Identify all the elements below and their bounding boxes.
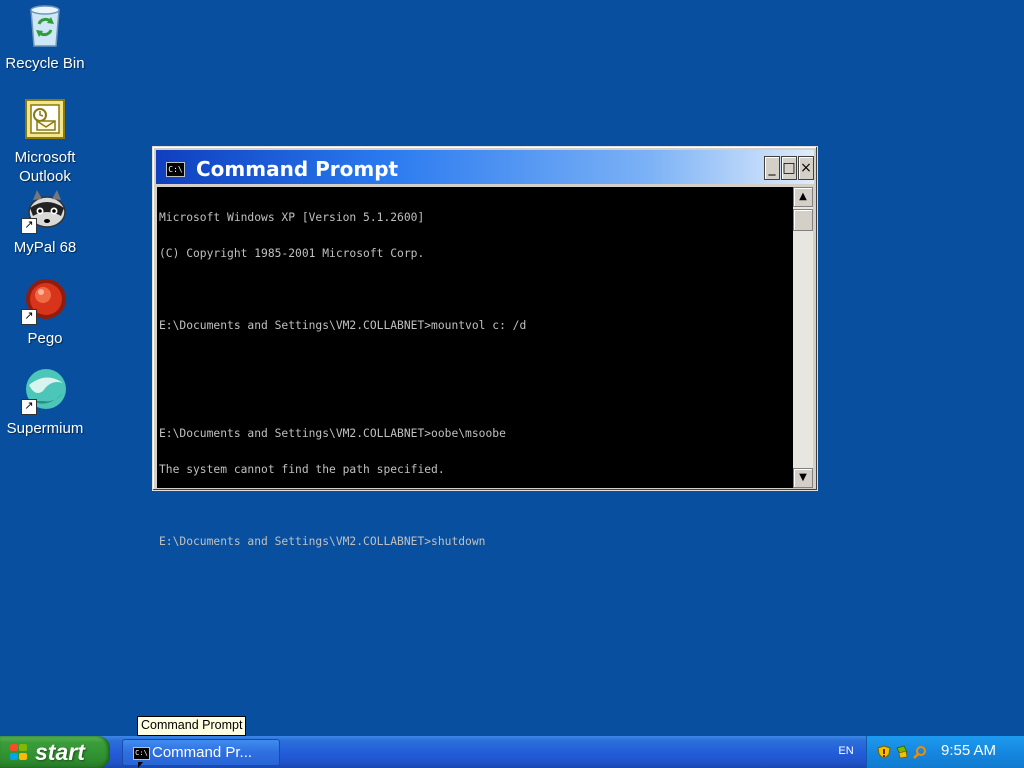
scroll-thumb[interactable] — [793, 209, 813, 231]
title-bar[interactable]: C:\ Command Prompt _ □ × — [156, 150, 814, 184]
outlook-icon — [21, 96, 69, 144]
desktop-icon-supermium[interactable]: ↗ Supermium — [0, 367, 90, 438]
clock[interactable]: 9:55 AM — [941, 742, 996, 760]
language-indicator[interactable]: EN — [832, 744, 860, 758]
shortcut-arrow-icon: ↗ — [21, 218, 37, 234]
desktop-icon-outlook[interactable]: Microsoft Outlook — [0, 96, 90, 186]
search-icon[interactable] — [913, 744, 927, 759]
shortcut-arrow-icon: ↗ — [21, 309, 37, 325]
desktop-icon-label: Recycle Bin — [5, 55, 85, 72]
scroll-down-button[interactable]: ▼ — [793, 468, 813, 488]
recycle-bin-icon — [21, 2, 69, 50]
maximize-button[interactable]: □ — [781, 156, 797, 180]
taskbar-button-command-prompt[interactable]: C:\ Command Pr... — [122, 739, 280, 766]
minimize-button[interactable]: _ — [764, 156, 780, 180]
desktop-icon-recycle-bin[interactable]: Recycle Bin — [0, 2, 90, 73]
desktop-icon-label: Pego — [27, 330, 63, 347]
console-icon[interactable]: C:\ — [166, 162, 185, 177]
pego-icon: ↗ — [21, 277, 69, 325]
command-prompt-window[interactable]: C:\ Command Prompt _ □ × Microsoft Windo… — [152, 146, 818, 548]
scroll-up-button[interactable]: ▲ — [793, 187, 813, 207]
desktop-icon-mypal[interactable]: ↗ MyPal 68 — [0, 186, 90, 257]
vertical-scrollbar[interactable]: ▲ ▼ — [793, 187, 813, 488]
taskbar-tooltip: Command Prompt — [137, 716, 247, 736]
shortcut-arrow-icon: ↗ — [21, 399, 37, 415]
windows-logo-icon — [10, 744, 28, 761]
taskbar: start C:\ Command Pr... EN 9:55 AM — [0, 736, 1024, 768]
system-tray: 9:55 AM — [866, 736, 1024, 768]
security-shield-icon[interactable] — [877, 744, 891, 759]
console-line: The system cannot find the path specifie… — [159, 463, 445, 476]
taskbar-button-label: Command Pr... — [152, 744, 253, 761]
console-line: E:\Documents and Settings\VM2.COLLABNET>… — [159, 427, 506, 440]
desktop-icon-label: Supermium — [6, 420, 84, 437]
start-label: start — [35, 739, 85, 765]
window-title: Command Prompt — [196, 157, 399, 181]
desktop-icon-label: MyPal 68 — [13, 239, 77, 256]
console-line: E:\Documents and Settings\VM2.COLLABNET>… — [159, 319, 527, 332]
desktop-icon-label: Microsoft Outlook — [14, 149, 76, 185]
desktop: Recycle Bin Microsoft Outlook ↗ MyPal 68… — [0, 0, 1024, 736]
console-line: (C) Copyright 1985-2001 Microsoft Corp. — [159, 247, 425, 260]
console-icon: C:\ — [133, 747, 150, 760]
supermium-icon: ↗ — [21, 367, 69, 415]
console-line: E:\Documents and Settings\VM2.COLLABNET>… — [159, 535, 486, 548]
console-line: Microsoft Windows XP [Version 5.1.2600] — [159, 211, 425, 224]
start-button[interactable]: start — [0, 736, 110, 768]
mypal-icon: ↗ — [21, 186, 69, 234]
mouse-cursor-icon — [138, 762, 143, 768]
console-output[interactable]: Microsoft Windows XP [Version 5.1.2600] … — [157, 187, 793, 548]
network-icon[interactable] — [895, 744, 909, 759]
close-button[interactable]: × — [798, 156, 814, 180]
desktop-icon-pego[interactable]: ↗ Pego — [0, 277, 90, 348]
